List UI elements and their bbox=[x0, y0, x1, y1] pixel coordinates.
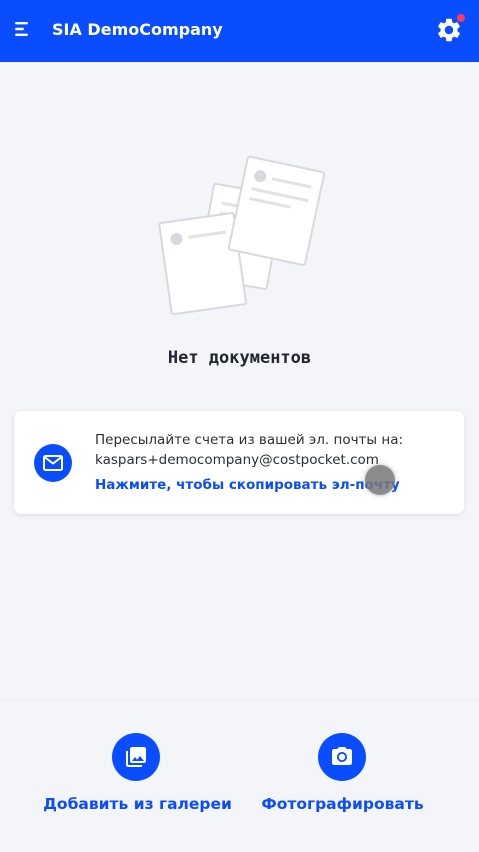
menu-button[interactable] bbox=[10, 14, 34, 44]
empty-state-title: Нет документов bbox=[167, 348, 312, 368]
gallery-icon bbox=[126, 747, 146, 767]
gallery-button-circle bbox=[112, 733, 160, 781]
camera-icon bbox=[332, 747, 352, 765]
app-screen: SIA DemoCompany Нет документов Пересылай… bbox=[0, 0, 479, 852]
email-forward-card: Пересылайте счета из вашей эл. почты на:… bbox=[14, 411, 464, 514]
app-title: SIA DemoCompany bbox=[52, 20, 223, 39]
add-from-gallery-button[interactable]: Добавить из галереи bbox=[40, 733, 235, 823]
forward-instructions: Пересылайте счета из вашей эл. почты на: bbox=[95, 432, 404, 448]
mail-icon bbox=[43, 455, 63, 471]
forward-email-address: kaspars+democompany@costpocket.com bbox=[95, 452, 379, 468]
copy-email-link[interactable]: Нажмите, чтобы скопировать эл-почту bbox=[95, 477, 400, 493]
settings-button[interactable] bbox=[430, 10, 470, 48]
camera-button-circle bbox=[318, 733, 366, 781]
menu-icon bbox=[15, 22, 28, 36]
gallery-button-label: Добавить из галереи bbox=[43, 795, 232, 813]
top-app-bar: SIA DemoCompany bbox=[0, 0, 479, 62]
camera-button-label: Фотографировать bbox=[261, 795, 424, 813]
bottom-actions: Добавить из галереи Фотографировать bbox=[0, 700, 479, 852]
mail-badge bbox=[34, 444, 72, 482]
notification-dot bbox=[457, 14, 465, 22]
documents-illustration bbox=[150, 148, 330, 323]
touch-indicator bbox=[365, 465, 395, 495]
take-photo-button[interactable]: Фотографировать bbox=[255, 733, 430, 823]
